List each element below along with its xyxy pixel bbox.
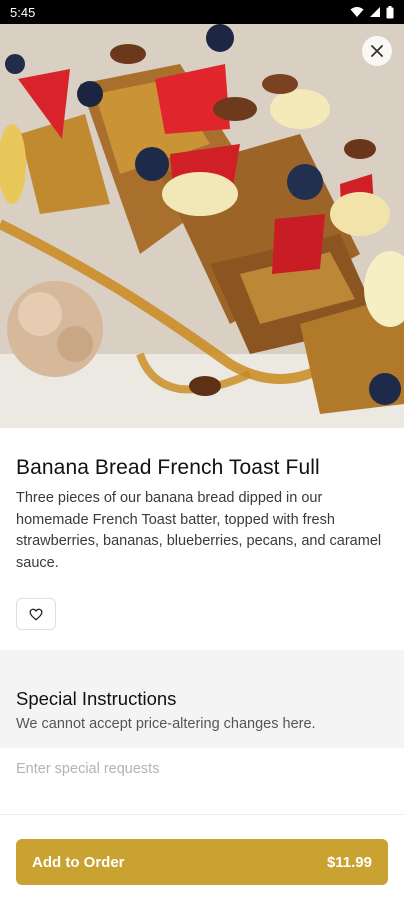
- special-instructions-subtitle: We cannot accept price-altering changes …: [16, 716, 316, 732]
- product-details: Banana Bread French Toast Full Three pie…: [0, 428, 404, 650]
- signal-icon: [370, 7, 380, 17]
- bottom-bar: Add to Order $11.99: [0, 814, 404, 900]
- product-title: Banana Bread French Toast Full: [16, 456, 320, 479]
- favorite-button[interactable]: [16, 598, 56, 630]
- status-bar: 5:45: [0, 0, 404, 24]
- close-icon: [371, 45, 383, 57]
- special-requests-input[interactable]: [16, 761, 388, 777]
- section-divider: [0, 650, 404, 672]
- status-icons: [350, 5, 394, 19]
- add-to-order-label: Add to Order: [32, 853, 125, 871]
- order-price: $11.99: [326, 853, 372, 871]
- status-time: 5:45: [10, 4, 36, 20]
- french-toast-illustration: [0, 24, 404, 428]
- product-description: Three pieces of our banana bread dipped …: [16, 490, 382, 571]
- battery-icon: [386, 5, 394, 18]
- special-requests-container: [0, 748, 404, 814]
- special-instructions-header: Special Instructions We cannot accept pr…: [0, 672, 404, 748]
- heart-icon: [29, 608, 43, 620]
- product-photo: [0, 24, 404, 428]
- special-instructions-title: Special Instructions: [16, 688, 177, 709]
- wifi-icon: [350, 7, 364, 17]
- close-button[interactable]: [362, 36, 392, 66]
- add-to-order-button[interactable]: Add to Order $11.99: [16, 839, 388, 885]
